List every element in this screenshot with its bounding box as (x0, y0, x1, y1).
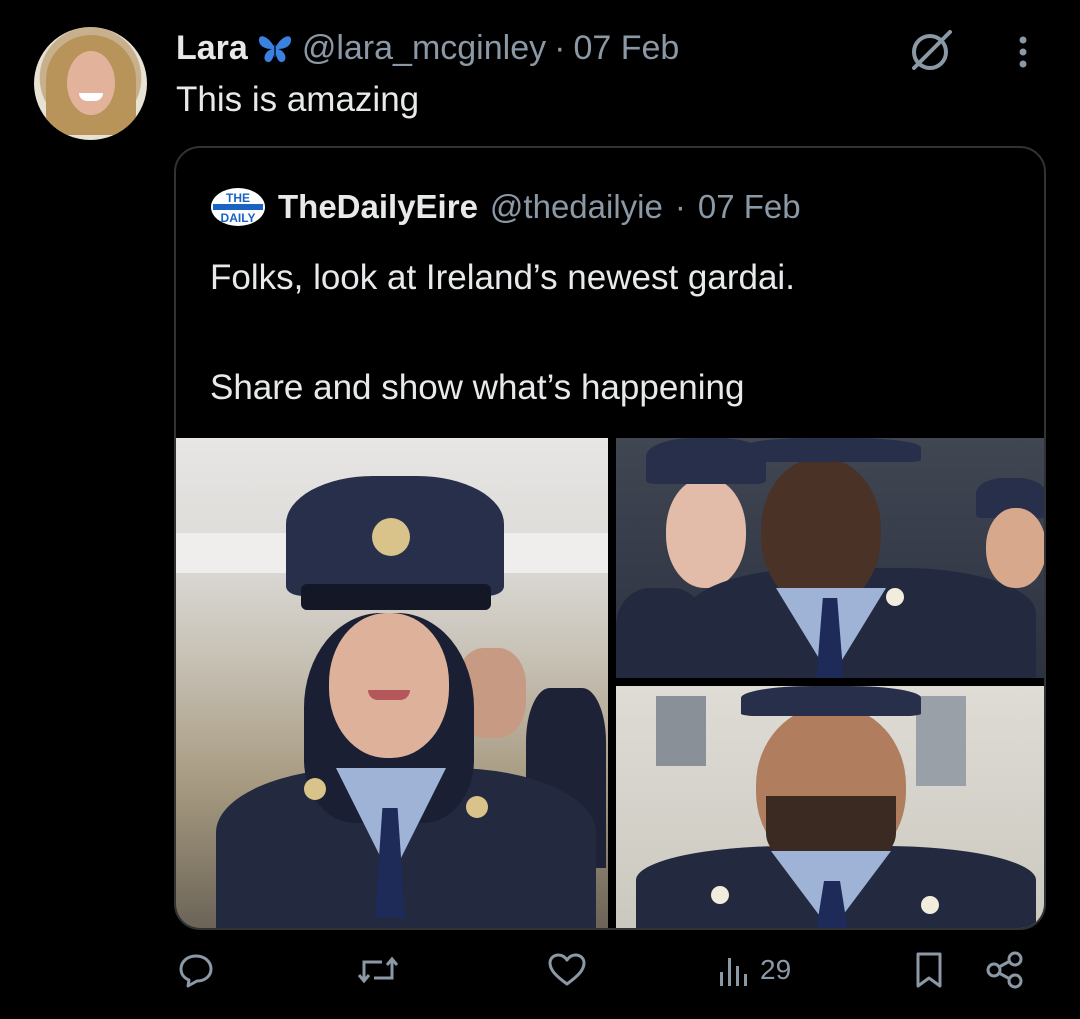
reply-icon (179, 954, 213, 988)
author-handle[interactable]: @lara_mcginley (302, 29, 546, 68)
quoted-tweet[interactable]: THE DAILY TheDailyEire @thedailyie · 07 … (174, 146, 1046, 930)
grok-icon[interactable] (906, 24, 958, 76)
cap (741, 686, 921, 716)
action-bar: 29 (176, 950, 1036, 1000)
retweet-icon (357, 956, 399, 984)
lapel-badge-right (921, 896, 939, 914)
like-button[interactable] (546, 950, 588, 990)
tweet-header: Lara @lara_mcginley · 07 Feb (176, 26, 679, 70)
quoted-tweet-header: THE DAILY TheDailyEire @thedailyie · 07 … (210, 186, 801, 228)
lapel-badge-left (711, 886, 729, 904)
right-face (986, 508, 1044, 588)
background-face (666, 478, 746, 588)
like-icon (548, 953, 586, 986)
reply-button[interactable] (176, 950, 216, 990)
more-icon[interactable] (1012, 32, 1034, 72)
bookmark-icon (916, 952, 942, 988)
cap-brim (301, 584, 491, 610)
views-icon (720, 958, 747, 986)
views-count: 29 (760, 954, 792, 985)
window-right (916, 696, 966, 786)
quoted-text-line-2: Share and show what’s happening (210, 368, 745, 407)
svg-text:THE: THE (226, 191, 250, 205)
tweet-date[interactable]: 07 Feb (573, 29, 679, 68)
window-left (656, 696, 706, 766)
quoted-text-line-1: Folks, look at Ireland’s newest gardai. (210, 258, 795, 297)
lapel-badge-right (466, 796, 488, 818)
quoted-author-name[interactable]: TheDailyEire (278, 188, 478, 226)
author-name[interactable]: Lara (176, 29, 248, 68)
share-icon (986, 951, 1023, 989)
svg-text:DAILY: DAILY (221, 211, 256, 225)
retweet-button[interactable] (356, 950, 400, 990)
face (761, 458, 881, 608)
tweet-text: This is amazing (176, 80, 420, 119)
bookmark-button[interactable] (912, 950, 946, 990)
photo-garda-man-1[interactable] (616, 438, 1044, 678)
lapel-badge-left (304, 778, 326, 800)
butterfly-emoji-icon (258, 36, 291, 63)
avatar[interactable] (34, 27, 147, 140)
face (329, 613, 449, 758)
photo-garda-woman[interactable] (176, 438, 608, 928)
avatar-face (67, 51, 115, 115)
smile (368, 690, 410, 700)
lapel-badge (886, 588, 904, 606)
views-button[interactable]: 29 (716, 950, 791, 990)
quoted-author-handle[interactable]: @thedailyie (490, 188, 663, 226)
cap (741, 438, 921, 462)
quoted-date[interactable]: 07 Feb (698, 188, 801, 226)
share-button[interactable] (984, 950, 1026, 990)
media-grid (176, 438, 1044, 928)
thedailyeire-logo[interactable]: THE DAILY (210, 187, 266, 227)
separator-dot: · (554, 28, 566, 67)
cap-badge (372, 518, 410, 556)
photo-garda-man-2[interactable] (616, 686, 1044, 928)
quoted-separator-dot: · (674, 188, 686, 225)
